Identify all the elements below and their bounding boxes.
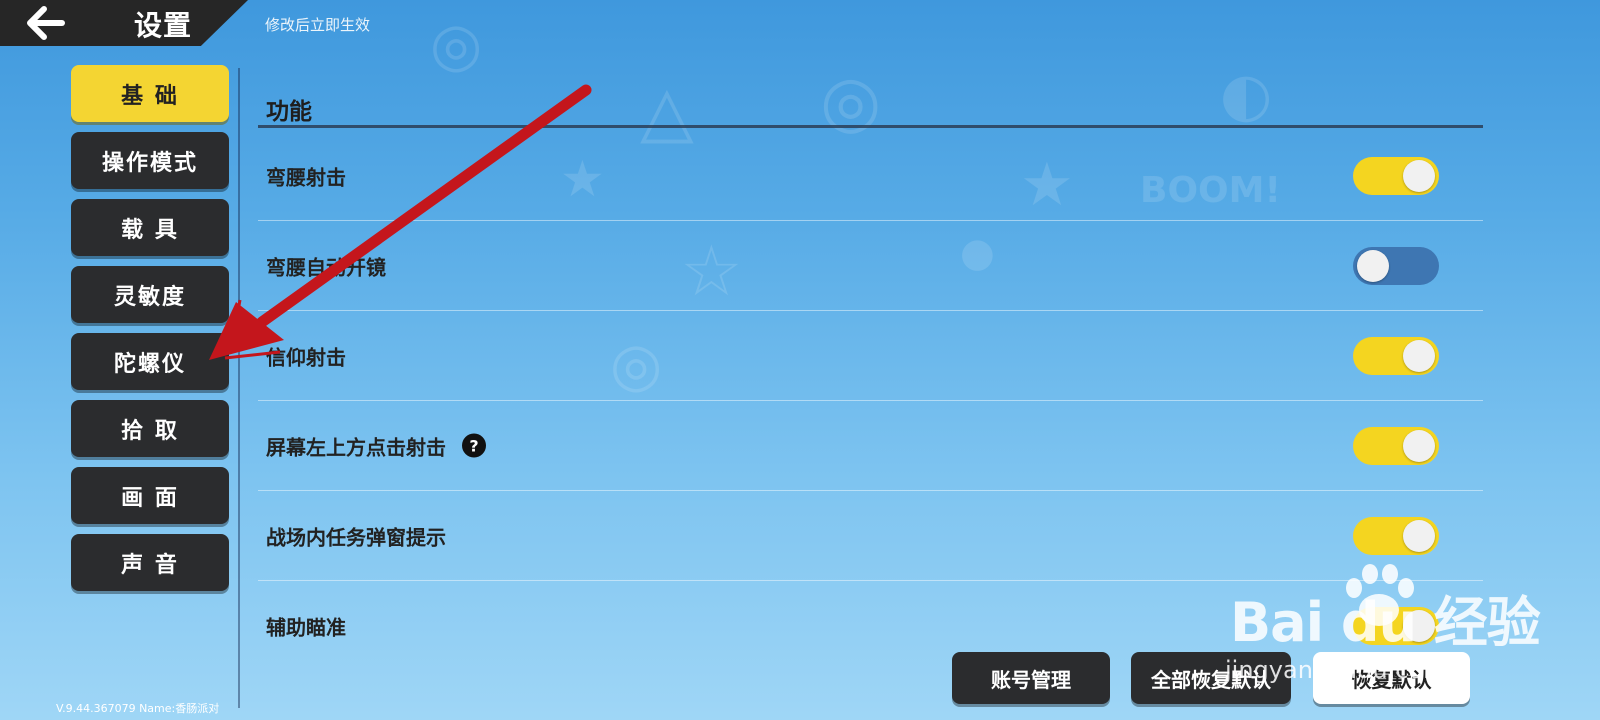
- sidebar-item-sensitivity[interactable]: 灵敏度: [71, 266, 229, 323]
- restore-all-defaults-button[interactable]: 全部恢复默认: [1131, 652, 1291, 704]
- toggle-switch[interactable]: [1353, 336, 1439, 375]
- toggle-switch[interactable]: [1353, 246, 1439, 285]
- setting-row-faith-fire: 信仰射击: [258, 311, 1483, 401]
- toggle-switch[interactable]: [1353, 426, 1439, 465]
- effect-note: 修改后立即生效: [265, 16, 371, 34]
- sidebar-item-basic[interactable]: 基 础: [71, 65, 229, 122]
- back-arrow-icon: [27, 6, 65, 40]
- setting-label: 战场内任务弹窗提示: [266, 525, 446, 549]
- sidebar-item-label: 拾 取: [121, 418, 179, 444]
- setting-row-crouch-fire: 弯腰射击: [258, 131, 1483, 221]
- sidebar-item-label: 画 面: [121, 485, 179, 511]
- sidebar-item-label: 操作模式: [101, 150, 198, 176]
- toggle-knob: [1357, 249, 1389, 282]
- page-title: 设置: [134, 9, 193, 42]
- sidebar-item-pickup[interactable]: 拾 取: [71, 400, 229, 457]
- setting-row-crouch-auto-scope: 弯腰自动开镜: [258, 221, 1483, 311]
- setting-label: 屏幕左上方点击射击: [266, 435, 446, 459]
- sidebar-item-label: 声 音: [121, 552, 179, 578]
- setting-label-wrapper: 屏幕左上方点击射击 ?: [266, 431, 486, 460]
- toggle-knob: [1403, 609, 1435, 642]
- sidebar-item-label: 灵敏度: [113, 284, 186, 310]
- help-icon[interactable]: ?: [462, 433, 486, 458]
- back-button[interactable]: [20, 3, 72, 43]
- setting-label: 弯腰射击: [266, 165, 346, 189]
- toggle-switch[interactable]: [1353, 156, 1439, 195]
- setting-label: 辅助瞄准: [266, 615, 346, 639]
- setting-label: 信仰射击: [266, 345, 346, 369]
- sidebar-item-label: 基 础: [121, 83, 179, 109]
- section-title: 功能: [266, 99, 312, 125]
- setting-row-aim-assist: 辅助瞄准: [258, 581, 1483, 670]
- setting-row-top-left-tap-fire: 屏幕左上方点击射击 ?: [258, 401, 1483, 491]
- version-text: V.9.44.367079 Name:香肠派对: [56, 702, 220, 715]
- sidebar-item-gyroscope[interactable]: 陀螺仪: [71, 333, 229, 390]
- sidebar-item-graphics[interactable]: 画 面: [71, 467, 229, 524]
- toggle-switch[interactable]: [1353, 516, 1439, 555]
- settings-sidebar: 基 础 操作模式 载 具 灵敏度 陀螺仪 拾 取 画 面 声 音: [71, 65, 231, 601]
- setting-row-mission-popup: 战场内任务弹窗提示: [258, 491, 1483, 581]
- sidebar-item-label: 载 具: [121, 217, 179, 243]
- setting-label: 弯腰自动开镜: [266, 255, 386, 279]
- toggle-knob: [1403, 519, 1435, 552]
- toggle-switch[interactable]: [1353, 606, 1439, 645]
- account-management-button[interactable]: 账号管理: [952, 652, 1110, 704]
- sidebar-divider: [238, 68, 240, 708]
- toggle-knob: [1403, 159, 1435, 192]
- sidebar-item-control-mode[interactable]: 操作模式: [71, 132, 229, 189]
- sidebar-item-label: 陀螺仪: [113, 351, 186, 377]
- sidebar-item-sound[interactable]: 声 音: [71, 534, 229, 591]
- toggle-knob: [1403, 429, 1435, 462]
- toggle-knob: [1403, 339, 1435, 372]
- sidebar-item-vehicle[interactable]: 载 具: [71, 199, 229, 256]
- restore-defaults-button[interactable]: 恢复默认: [1313, 652, 1470, 704]
- section-divider: [258, 125, 1483, 128]
